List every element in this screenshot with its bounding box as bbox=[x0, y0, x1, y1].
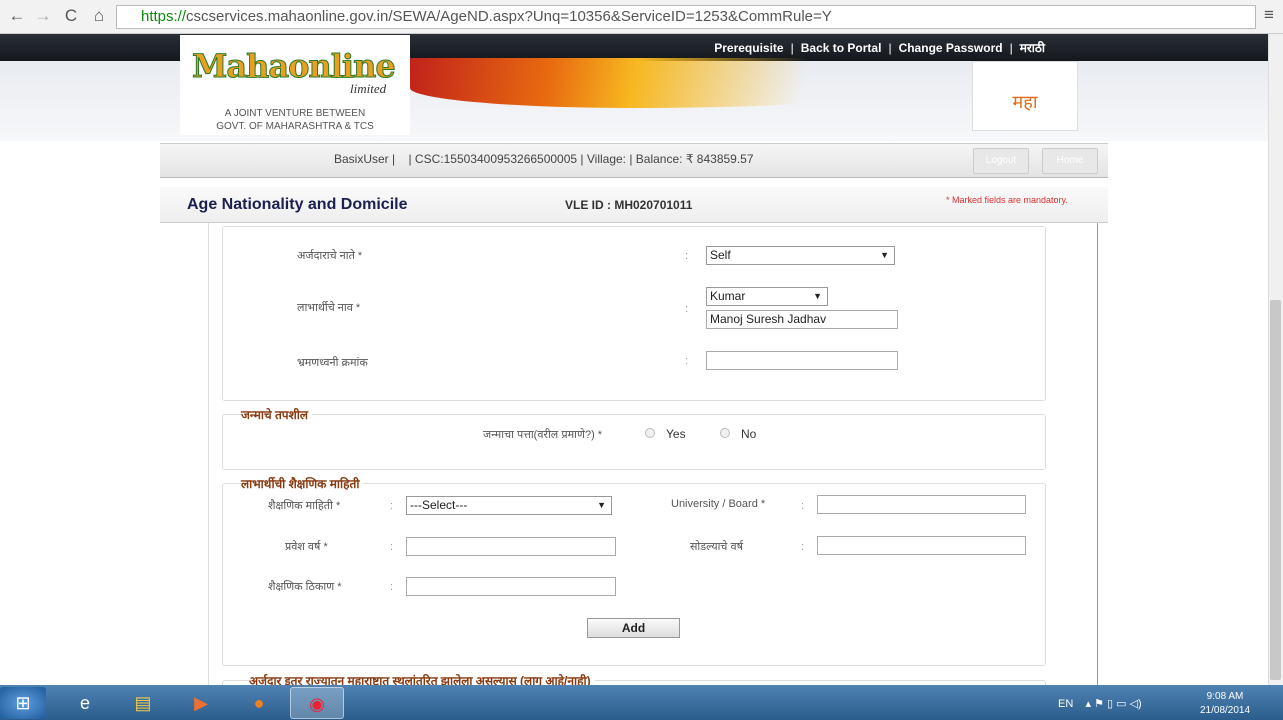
user-info: BasixUser | | CSC:15503400953266500005 |… bbox=[334, 152, 754, 166]
mobile-input[interactable] bbox=[706, 351, 898, 370]
entry-year-input[interactable] bbox=[406, 537, 616, 556]
colon: : bbox=[801, 541, 805, 553]
mahaonline-logo: Mahaonline limited A JOINT VENTURE BETWE… bbox=[180, 35, 410, 135]
firefox-icon[interactable]: ● bbox=[232, 687, 286, 719]
language-indicator[interactable]: EN bbox=[1058, 698, 1073, 710]
clock[interactable]: 9:08 AM 21/08/2014 bbox=[1200, 690, 1250, 718]
reload-icon[interactable]: C bbox=[60, 6, 82, 26]
change-password-link[interactable]: Change Password bbox=[899, 41, 1003, 55]
university-label: University / Board * bbox=[671, 498, 766, 510]
date: 21/08/2014 bbox=[1200, 705, 1251, 716]
yes-label: Yes bbox=[666, 427, 686, 441]
chrome-icon[interactable]: ◉ bbox=[290, 687, 344, 719]
mobile-label: भ्रमणध्वनी क्रमांक bbox=[297, 357, 368, 369]
birth-section bbox=[222, 414, 1046, 470]
back-icon[interactable]: ← bbox=[6, 6, 28, 26]
scrollbar-thumb[interactable] bbox=[1270, 300, 1281, 680]
no-radio[interactable] bbox=[720, 428, 730, 438]
colon: : bbox=[685, 250, 689, 262]
csc-balance: | CSC:15503400953266500005 | Village: | … bbox=[408, 152, 754, 166]
education-select[interactable]: ---Select--- ▼ bbox=[406, 496, 612, 515]
time: 9:08 AM bbox=[1206, 691, 1244, 702]
name-input[interactable]: Manoj Suresh Jadhav bbox=[706, 310, 898, 329]
add-button[interactable]: Add bbox=[587, 618, 680, 638]
ie-icon[interactable]: e bbox=[58, 687, 112, 719]
relation-label: अर्जदाराचे नाते * bbox=[297, 250, 363, 262]
prerequisite-link[interactable]: Prerequisite bbox=[714, 41, 783, 55]
tray-icons[interactable]: ▴ ⚑ ▯ ▭ ◁) bbox=[1086, 698, 1142, 710]
colon: : bbox=[685, 303, 689, 315]
colon: : bbox=[390, 541, 394, 553]
explorer-icon[interactable]: ▤ bbox=[116, 687, 170, 719]
entry-year-label: प्रवेश वर्ष * bbox=[285, 541, 328, 553]
name-label: लाभार्थीचे नाव * bbox=[297, 302, 361, 314]
no-label: No bbox=[741, 427, 757, 441]
maha-egov-logo: महा bbox=[972, 61, 1078, 131]
menu-icon[interactable]: ≡ bbox=[1258, 5, 1280, 25]
chevron-down-icon: ▼ bbox=[597, 500, 606, 510]
page-title: Age Nationality and Domicile bbox=[187, 196, 408, 213]
colon: : bbox=[685, 355, 689, 367]
vle-id: VLE ID : MH020701011 bbox=[565, 198, 693, 212]
home-button[interactable]: Home bbox=[1042, 148, 1098, 174]
relation-value: Self bbox=[710, 248, 731, 262]
education-place-label: शैक्षणिक ठिकाण * bbox=[268, 581, 342, 593]
chevron-down-icon: ▼ bbox=[880, 250, 889, 260]
mandatory-note: * Marked fields are mandatory. bbox=[946, 195, 1068, 205]
colon: : bbox=[390, 581, 394, 593]
media-player-icon[interactable]: ▶ bbox=[174, 687, 228, 719]
username: BasixUser | bbox=[334, 152, 396, 166]
url-scheme: https:// bbox=[141, 8, 187, 25]
education-section-title: लाभार्थीची शैक्षणिक माहिती bbox=[241, 475, 364, 492]
leaving-year-label: सोडल्याचे वर्ष bbox=[690, 541, 743, 553]
home-icon[interactable]: ⌂ bbox=[88, 6, 110, 26]
logout-button[interactable]: Logout bbox=[973, 148, 1029, 174]
logo-suffix: limited bbox=[350, 81, 387, 96]
relation-select[interactable]: Self ▼ bbox=[706, 246, 895, 265]
education-place-input[interactable] bbox=[406, 577, 616, 596]
forward-icon[interactable]: → bbox=[32, 6, 54, 26]
birth-address-label: जन्माचा पत्ता(वरील प्रमाणे?) * bbox=[483, 429, 603, 441]
logo-brand: Mahaonline bbox=[192, 47, 397, 86]
education-label: शैक्षणिक माहिती * bbox=[268, 500, 341, 512]
back-to-portal-link[interactable]: Back to Portal bbox=[801, 41, 882, 55]
marathi-link[interactable]: मराठी bbox=[1020, 41, 1045, 55]
top-links: Prerequisite | Back to Portal | Change Passw… bbox=[714, 41, 1045, 55]
colon: : bbox=[390, 500, 394, 512]
leaving-year-input[interactable] bbox=[817, 536, 1026, 555]
chevron-down-icon: ▼ bbox=[813, 291, 822, 301]
logo-tagline: GOVT. OF MAHARASHTRA & TCS bbox=[216, 121, 374, 132]
title-value: Kumar bbox=[710, 289, 746, 303]
logo-tagline: A JOINT VENTURE BETWEEN bbox=[224, 108, 366, 119]
yes-radio[interactable] bbox=[645, 428, 655, 438]
url-text: cscservices.mahaonline.gov.in/SEWA/AgeND… bbox=[186, 8, 832, 25]
start-button[interactable]: ⊞ bbox=[0, 687, 46, 719]
education-value: ---Select--- bbox=[410, 498, 468, 512]
system-tray: EN ▴ ⚑ ▯ ▭ ◁) bbox=[1058, 697, 1142, 710]
colon: : bbox=[801, 500, 805, 512]
address-bar[interactable]: https://cscservices.mahaonline.gov.in/SE… bbox=[116, 5, 1256, 29]
birth-section-title: जन्माचे तपशील bbox=[241, 406, 313, 423]
name-title-select[interactable]: Kumar ▼ bbox=[706, 287, 828, 306]
university-input[interactable] bbox=[817, 495, 1026, 514]
